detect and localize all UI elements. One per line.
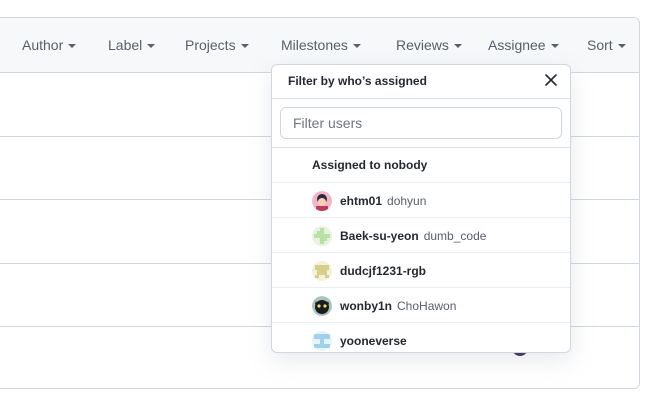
label-filter[interactable]: Label [108, 37, 156, 53]
user-item-wonby1n[interactable]: wonby1n ChoHawon [272, 288, 570, 323]
author-filter[interactable]: Author [22, 37, 77, 53]
user-login-text: yooneverse [340, 334, 407, 348]
assignee-filter-label: Assignee [488, 37, 546, 53]
caret-down-icon [617, 44, 626, 49]
user-item-baek-su-yeon[interactable]: Baek-su-yeon dumb_code [272, 218, 570, 253]
user-name: dohyun [387, 194, 427, 208]
caret-down-icon [550, 44, 559, 49]
assigned-to-nobody-label: Assigned to nobody [312, 158, 428, 172]
user-login: dudcjf1231-rgb [340, 264, 431, 278]
user-name: dumb_code [423, 229, 487, 243]
avatar [312, 296, 332, 316]
user-login: wonby1n ChoHawon [340, 299, 456, 313]
milestones-filter[interactable]: Milestones [281, 37, 361, 53]
sort-filter[interactable]: Sort [587, 37, 626, 53]
close-icon[interactable] [542, 71, 560, 89]
assignee-dropdown-menu: Filter by who’s assigned Assigned to nob… [271, 64, 571, 353]
user-item-dudcjf1231-rgb[interactable]: dudcjf1231-rgb [272, 253, 570, 288]
sort-filter-label: Sort [587, 37, 613, 53]
user-item-yooneverse[interactable]: yooneverse [272, 323, 570, 352]
user-login-text: ehtm01 [340, 194, 383, 208]
user-login: yooneverse [340, 334, 412, 348]
menu-filter-area [272, 99, 570, 148]
reviews-filter[interactable]: Reviews [396, 37, 462, 53]
caret-down-icon [453, 44, 462, 49]
assignee-filter[interactable]: Assignee [488, 37, 559, 53]
projects-filter-label: Projects [185, 37, 236, 53]
avatar [312, 191, 332, 211]
avatar [312, 226, 332, 246]
user-login-text: wonby1n [340, 299, 393, 313]
assigned-to-nobody-item[interactable]: Assigned to nobody [272, 148, 570, 183]
caret-down-icon [68, 44, 77, 49]
user-login: ehtm01 dohyun [340, 194, 426, 208]
user-login-text: dudcjf1231-rgb [340, 264, 427, 278]
user-login-text: Baek-su-yeon [340, 229, 419, 243]
avatar [312, 261, 332, 281]
user-login: Baek-su-yeon dumb_code [340, 229, 486, 243]
author-filter-label: Author [22, 37, 64, 53]
caret-down-icon [352, 44, 361, 49]
menu-header: Filter by who’s assigned [272, 65, 570, 99]
user-item-ehtm01[interactable]: ehtm01 dohyun [272, 183, 570, 218]
user-name: ChoHawon [397, 299, 457, 313]
milestones-filter-label: Milestones [281, 37, 348, 53]
projects-filter[interactable]: Projects [185, 37, 249, 53]
label-filter-label: Label [108, 37, 143, 53]
caret-down-icon [147, 44, 156, 49]
avatar [312, 331, 332, 351]
filter-users-input[interactable] [280, 107, 562, 139]
menu-title: Filter by who’s assigned [288, 74, 427, 88]
caret-down-icon [240, 44, 249, 49]
reviews-filter-label: Reviews [396, 37, 449, 53]
